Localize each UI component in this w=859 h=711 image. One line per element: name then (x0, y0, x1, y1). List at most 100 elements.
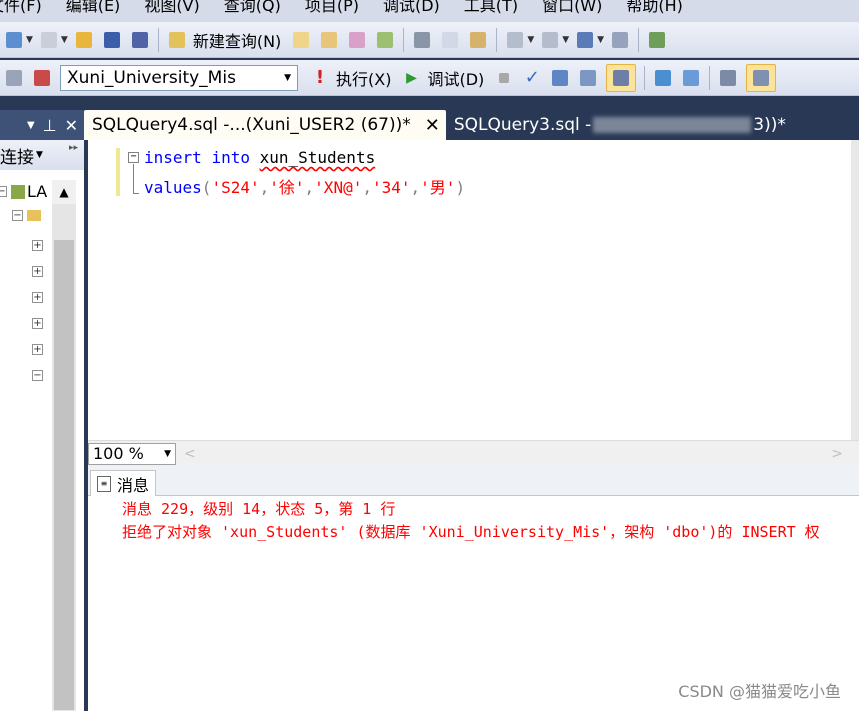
parse-check-icon[interactable]: ✓ (522, 67, 542, 88)
save-icon[interactable] (102, 30, 122, 50)
object-explorer-scrollbar[interactable]: ▲ (52, 180, 76, 711)
open-folder-icon[interactable] (74, 30, 94, 50)
new-query-icon[interactable] (167, 30, 187, 50)
undo-icon[interactable] (505, 30, 525, 50)
toolbar-separator (403, 27, 405, 52)
chevron-down-icon[interactable]: ▼ (597, 35, 604, 45)
zoom-select[interactable]: 100 % ▼ (88, 442, 176, 465)
toolbar-separator (157, 27, 159, 52)
expand-icon[interactable]: + (32, 240, 43, 251)
watermark: CSDN @猫猫爱吃小鱼 (678, 682, 841, 701)
pin-icon[interactable]: ⊥ (43, 116, 57, 135)
execute-button[interactable]: 执行(X) (336, 66, 391, 90)
chevron-down-icon: ▼ (284, 72, 291, 83)
chevron-down-icon[interactable]: ▼ (26, 35, 33, 45)
stop-icon[interactable] (494, 68, 514, 88)
tree-node[interactable]: − (32, 370, 43, 381)
activity-monitor-icon[interactable] (647, 30, 667, 50)
expand-icon[interactable]: + (32, 292, 43, 303)
tab-sqlquery4[interactable]: SQLQuery4.sql -...(Xuni_USER2 (67))* ✕ (84, 110, 446, 140)
execute-icon[interactable]: ! (310, 67, 330, 88)
collapse-icon[interactable]: − (128, 152, 139, 163)
redo-icon[interactable] (540, 30, 560, 50)
code-line-2: values('S24','徐','XN@','34','男') (144, 174, 465, 198)
chevron-down-icon[interactable]: ▼ (61, 35, 68, 45)
menu-debug[interactable]: 调试(D) (383, 0, 440, 16)
paren-close: ) (455, 178, 466, 197)
keyword-into: into (211, 148, 250, 167)
mdx-query-icon[interactable] (319, 30, 339, 50)
tree-node[interactable]: + (32, 240, 43, 251)
new-query-button[interactable]: 新建查询(N) (193, 28, 281, 52)
close-icon[interactable]: ✕ (425, 115, 440, 136)
debug-icon[interactable]: ▶ (401, 68, 421, 88)
menu-tools[interactable]: 工具(T) (464, 0, 518, 16)
overflow-icon[interactable]: ▸▸ (69, 143, 78, 153)
include-plan-icon[interactable] (653, 68, 673, 88)
collapse-icon[interactable]: − (0, 186, 7, 197)
menu-view[interactable]: 视图(V) (144, 0, 199, 16)
tab-messages[interactable]: ≡ 消息 (90, 470, 157, 496)
save-all-icon[interactable] (130, 30, 150, 50)
tree-node[interactable]: + (32, 344, 43, 355)
new-project-icon[interactable] (4, 30, 24, 50)
expand-icon[interactable]: + (32, 318, 43, 329)
chevron-down-icon[interactable]: ▼ (527, 35, 534, 45)
toolbar-separator (638, 27, 640, 52)
expand-icon[interactable]: + (32, 344, 43, 355)
collapse-icon[interactable]: − (12, 210, 23, 221)
results-to-grid-icon[interactable] (606, 63, 637, 92)
table-name: xun_Students (259, 148, 376, 167)
scrollbar-thumb[interactable] (54, 240, 74, 710)
menu-edit[interactable]: 编辑(E) (66, 0, 121, 16)
disconnect-icon[interactable] (32, 68, 52, 88)
dropdown-icon[interactable]: ▼ (27, 120, 35, 131)
scroll-right-icon[interactable]: > (831, 446, 843, 462)
menu-file[interactable]: 文件(F) (0, 0, 42, 16)
results-to-file-icon[interactable] (746, 63, 777, 92)
toolbar-separator (496, 27, 498, 52)
error-message-line-2: 拒绝了对对象 'xun_Students' (数据库 'Xuni_Univers… (122, 523, 820, 541)
database-query-icon[interactable] (291, 30, 311, 50)
menu-query[interactable]: 查询(Q) (224, 0, 281, 16)
paste-icon[interactable] (468, 30, 488, 50)
menu-window[interactable]: 窗口(W) (542, 0, 602, 16)
scroll-left-icon[interactable]: < (184, 446, 196, 462)
expand-icon[interactable]: + (32, 266, 43, 277)
collapse-icon[interactable]: − (32, 370, 43, 381)
editor-status-bar: 100 % ▼ < > (88, 440, 859, 466)
tab-label: SQLQuery4.sql -...(Xuni_USER2 (67))* (92, 115, 411, 135)
close-icon[interactable]: ✕ (65, 116, 78, 135)
editor-vertical-scrollbar[interactable] (851, 140, 859, 440)
results-to-text-icon[interactable] (718, 68, 738, 88)
xmla-query-icon[interactable] (375, 30, 395, 50)
menu-help[interactable]: 帮助(H) (626, 0, 683, 16)
connect-icon[interactable] (4, 68, 24, 88)
copy-icon[interactable] (440, 30, 460, 50)
cut-icon[interactable] (412, 30, 432, 50)
connect-label: 连接 (0, 147, 34, 168)
tree-node[interactable]: + (32, 292, 43, 303)
paren-open: ( (201, 178, 212, 197)
change-indicator (116, 148, 120, 196)
connect-button[interactable]: 连接 ▼ ▸▸ (0, 140, 84, 170)
add-item-icon[interactable] (39, 30, 59, 50)
chevron-down-icon[interactable]: ▼ (562, 35, 569, 45)
database-select[interactable]: Xuni_University_Mis ▼ (60, 64, 298, 91)
tree-node[interactable]: + (32, 266, 43, 277)
tab-sqlquery3[interactable]: SQLQuery3.sql - 3))* (446, 110, 794, 140)
dmx-query-icon[interactable] (347, 30, 367, 50)
query-designer-icon[interactable] (578, 68, 598, 88)
estimated-plan-icon[interactable] (550, 68, 570, 88)
databases-folder-node[interactable]: − (12, 210, 41, 221)
debug-button[interactable]: 调试(D) (427, 66, 484, 90)
tree-node[interactable]: + (32, 318, 43, 329)
server-node[interactable]: − LA (0, 182, 47, 201)
navigate-forward-icon[interactable] (610, 30, 630, 50)
client-statistics-icon[interactable] (681, 68, 701, 88)
menu-project[interactable]: 项目(P) (305, 0, 359, 16)
scroll-up-icon[interactable]: ▲ (52, 180, 76, 204)
navigate-back-icon[interactable] (575, 30, 595, 50)
query-editor[interactable]: − insert into xun_Students values('S24',… (88, 140, 851, 440)
chevron-down-icon: ▼ (36, 150, 43, 160)
